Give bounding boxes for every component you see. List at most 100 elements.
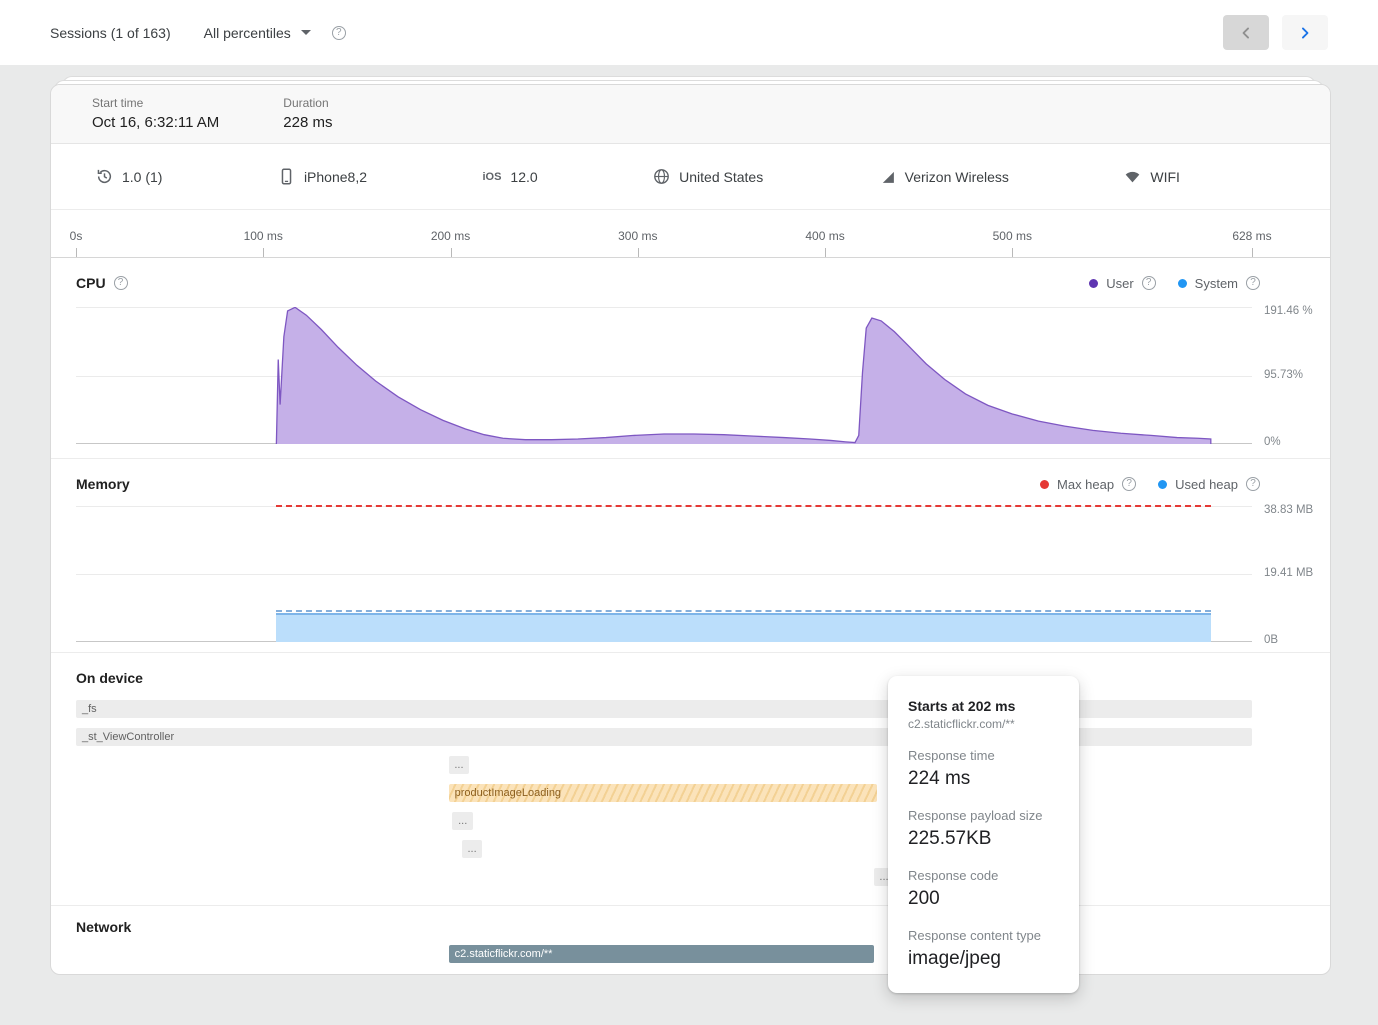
timeline-tick-mark bbox=[1252, 248, 1253, 257]
device-attributes-row: 1.0 (1) iPhone8,2 iOS 12.0 United S bbox=[51, 144, 1330, 210]
tooltip-field-label: Response code bbox=[908, 868, 1059, 883]
previous-session-button[interactable] bbox=[1223, 15, 1269, 50]
device-model-value: iPhone8,2 bbox=[304, 169, 367, 185]
chevron-left-icon bbox=[1236, 23, 1256, 43]
network-title: Network bbox=[76, 919, 131, 935]
tooltip-subtitle: c2.staticflickr.com/** bbox=[908, 717, 1059, 731]
session-summary: Start time Oct 16, 6:32:11 AM Duration 2… bbox=[51, 85, 1330, 144]
carrier-value: Verizon Wireless bbox=[905, 169, 1009, 185]
memory-chart: 38.83 MB 19.41 MB 0B bbox=[76, 506, 1252, 642]
legend-item-max-heap: Max heap bbox=[1040, 477, 1136, 492]
cpu-section: CPU User System bbox=[51, 258, 1330, 458]
wifi-icon bbox=[1124, 168, 1141, 185]
country-value: United States bbox=[679, 169, 763, 185]
cpu-title: CPU bbox=[76, 275, 106, 291]
percentiles-dropdown[interactable]: All percentiles bbox=[204, 25, 311, 41]
tooltip-field-value: 224 ms bbox=[908, 766, 1059, 791]
help-icon[interactable] bbox=[332, 26, 346, 40]
network-header: Network bbox=[51, 906, 1330, 935]
trace-bar-[interactable]: ... bbox=[462, 840, 483, 858]
timeline-tick-label: 400 ms bbox=[805, 229, 844, 243]
on-device-header: On device bbox=[51, 653, 1330, 695]
timeline-tick-mark bbox=[263, 248, 264, 257]
tooltip-fields: Response time 224 ms Response payload size… bbox=[908, 748, 1059, 971]
help-icon[interactable] bbox=[1246, 276, 1260, 290]
request-tooltip: Starts at 202 ms c2.staticflickr.com/** … bbox=[888, 676, 1079, 993]
memory-section: Memory Max heap Used heap bbox=[51, 458, 1330, 652]
percentiles-value: All percentiles bbox=[204, 25, 291, 41]
tooltip-title: Starts at 202 ms bbox=[908, 698, 1059, 714]
duration-block: Duration 228 ms bbox=[283, 96, 332, 143]
timeline-tick-label: 100 ms bbox=[244, 229, 283, 243]
trace-bar-c2-staticflickr-com[interactable]: c2.staticflickr.com/** bbox=[449, 945, 874, 963]
signal-icon bbox=[879, 168, 896, 185]
used-heap-dash-line bbox=[276, 610, 1210, 612]
duration-value: 228 ms bbox=[283, 114, 332, 131]
cpu-header: CPU User System bbox=[51, 258, 1330, 291]
timeline-ruler: 0s 100 ms 200 ms 300 ms 400 ms 500 ms 628 ms bbox=[51, 210, 1330, 258]
help-icon[interactable] bbox=[1122, 477, 1136, 491]
session-nav bbox=[1223, 15, 1328, 50]
chevron-right-icon bbox=[1295, 23, 1315, 43]
cpu-chart-svg bbox=[76, 307, 1252, 444]
tooltip-field-label: Response content type bbox=[908, 928, 1059, 943]
cpu-area bbox=[276, 307, 1210, 444]
radio-item: WIFI bbox=[1124, 168, 1180, 185]
on-device-title: On device bbox=[76, 670, 143, 686]
app-version-item: 1.0 (1) bbox=[96, 168, 162, 185]
country-item: United States bbox=[653, 168, 763, 185]
timeline-tick-label: 0s bbox=[70, 229, 83, 243]
memory-axis-max: 38.83 MB bbox=[1264, 503, 1314, 518]
cpu-axis-max: 191.46 % bbox=[1264, 304, 1314, 319]
os-version-item: iOS 12.0 bbox=[482, 169, 537, 185]
device-model-item: iPhone8,2 bbox=[278, 168, 367, 185]
used-heap-bar[interactable] bbox=[276, 613, 1210, 642]
sessions-count-label: Sessions (1 of 163) bbox=[50, 25, 171, 41]
max-heap-line bbox=[276, 505, 1210, 507]
ios-icon: iOS bbox=[482, 171, 501, 183]
phone-icon bbox=[278, 168, 295, 185]
timeline-tick-label: 628 ms bbox=[1232, 229, 1271, 243]
session-card: Start time Oct 16, 6:32:11 AM Duration 2… bbox=[50, 84, 1331, 975]
tooltip-field-label: Response time bbox=[908, 748, 1059, 763]
system-legend-label: System bbox=[1195, 276, 1238, 291]
help-icon[interactable] bbox=[1246, 477, 1260, 491]
topbar: Sessions (1 of 163) All percentiles bbox=[0, 0, 1378, 65]
help-icon[interactable] bbox=[1142, 276, 1156, 290]
timeline-tick-label: 500 ms bbox=[993, 229, 1032, 243]
timeline-tick-mark bbox=[638, 248, 639, 257]
used-heap-legend-label: Used heap bbox=[1175, 477, 1238, 492]
next-session-button[interactable] bbox=[1282, 15, 1328, 50]
user-legend-dot bbox=[1089, 279, 1098, 288]
start-time-block: Start time Oct 16, 6:32:11 AM bbox=[92, 96, 219, 143]
max-heap-legend-label: Max heap bbox=[1057, 477, 1114, 492]
max-heap-legend-dot bbox=[1040, 480, 1049, 489]
timeline-tick-mark bbox=[825, 248, 826, 257]
tooltip-field-value: 200 bbox=[908, 886, 1059, 911]
radio-value: WIFI bbox=[1150, 169, 1180, 185]
app-version-icon bbox=[96, 168, 113, 185]
legend-item-system: System bbox=[1178, 276, 1260, 291]
timeline-tick-label: 200 ms bbox=[431, 229, 470, 243]
legend-item-user: User bbox=[1089, 276, 1155, 291]
memory-legend: Max heap Used heap bbox=[1040, 477, 1260, 492]
legend-item-used-heap: Used heap bbox=[1158, 477, 1260, 492]
timeline-tick-label: 300 ms bbox=[618, 229, 657, 243]
tooltip-field-value: image/jpeg bbox=[908, 946, 1059, 971]
trace-bar-productimageloading[interactable]: productImageLoading bbox=[449, 784, 878, 802]
app-version-value: 1.0 (1) bbox=[122, 169, 162, 185]
trace-bar-[interactable]: ... bbox=[449, 756, 470, 774]
help-icon[interactable] bbox=[114, 276, 128, 290]
timeline-tick-mark bbox=[1012, 248, 1013, 257]
memory-header: Memory Max heap Used heap bbox=[51, 459, 1330, 492]
tooltip-field-label: Response payload size bbox=[908, 808, 1059, 823]
memory-axis-mid: 19.41 MB bbox=[1264, 566, 1314, 581]
cpu-axis-zero: 0% bbox=[1264, 435, 1314, 450]
cpu-legend: User System bbox=[1089, 276, 1260, 291]
memory-title: Memory bbox=[76, 476, 130, 492]
user-legend-label: User bbox=[1106, 276, 1133, 291]
system-legend-dot bbox=[1178, 279, 1187, 288]
os-version-value: 12.0 bbox=[510, 169, 537, 185]
timeline-tick-mark bbox=[451, 248, 452, 257]
trace-bar-[interactable]: ... bbox=[452, 812, 473, 830]
